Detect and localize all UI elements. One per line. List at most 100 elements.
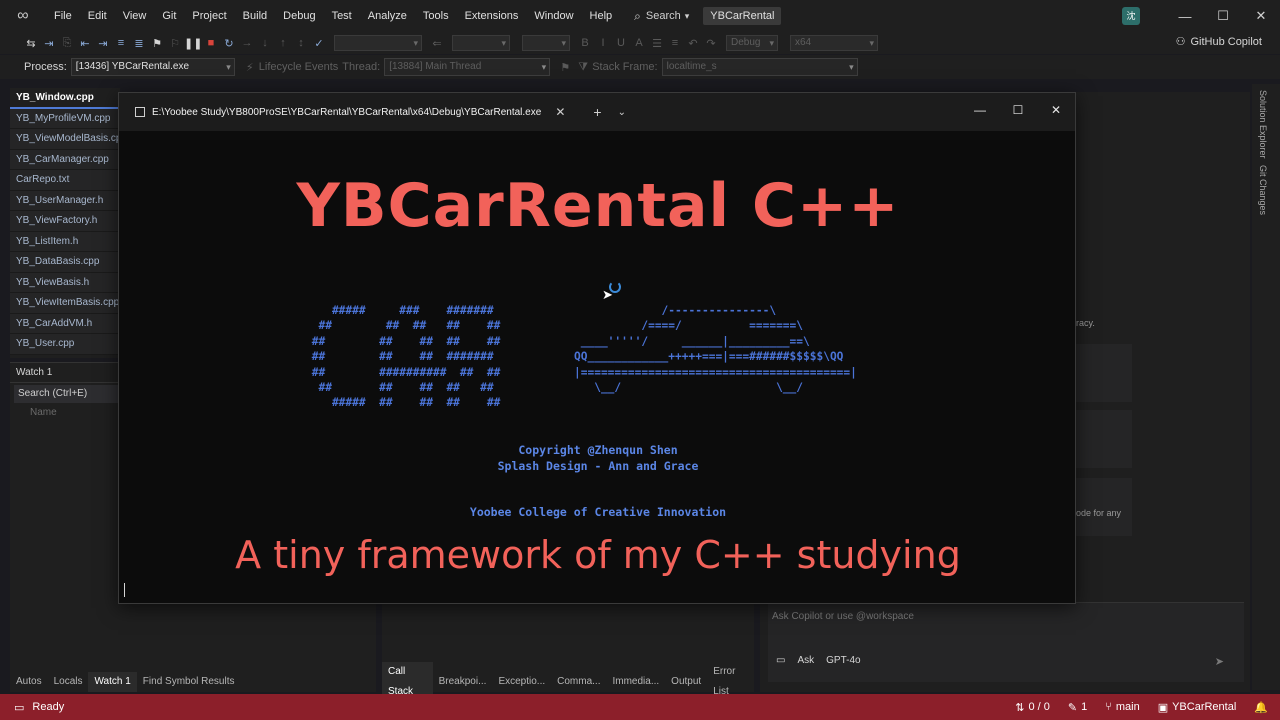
close-icon[interactable]: ✕ xyxy=(1242,8,1280,24)
editor-tab[interactable]: YB_UserManager.h xyxy=(10,190,120,211)
font-color-icon[interactable]: A xyxy=(630,37,648,49)
bold-icon[interactable]: B xyxy=(576,37,594,49)
minimize-icon[interactable]: — xyxy=(961,103,999,117)
flag-thread-icon[interactable]: ⚑ xyxy=(556,61,574,74)
menu-tools[interactable]: Tools xyxy=(415,0,457,32)
tab-exceptions[interactable]: Exceptio... xyxy=(492,672,551,692)
menu-file[interactable]: File xyxy=(46,0,80,32)
tab-autos[interactable]: Autos xyxy=(10,672,48,692)
uncomment-icon[interactable]: ≣ xyxy=(130,37,148,50)
copilot-suggestion-card[interactable] xyxy=(1076,344,1132,402)
menu-build[interactable]: Build xyxy=(235,0,275,32)
config-combo[interactable]: Debug xyxy=(726,35,778,51)
copilot-suggestion-card[interactable] xyxy=(1076,410,1132,468)
build-target-combo[interactable] xyxy=(334,35,422,51)
visual-studio-logo-icon[interactable]: ∞ xyxy=(14,7,32,25)
pause-icon[interactable]: ❚❚ xyxy=(184,37,202,50)
lifecycle-label[interactable]: Lifecycle Events xyxy=(259,61,338,73)
toolbar-grip-icon[interactable]: ⇆ xyxy=(22,37,40,50)
copilot-suggestion-card[interactable] xyxy=(1076,478,1132,536)
output-icon[interactable]: ▭ xyxy=(14,701,24,714)
editor-tab[interactable]: YB_DataBasis.cpp xyxy=(10,252,120,273)
bookmark-icon[interactable]: ⚑ xyxy=(148,37,166,50)
editor-tab[interactable]: YB_Window.cpp xyxy=(10,88,120,109)
platform-combo[interactable]: x64 xyxy=(790,35,878,51)
navigate-back-icon[interactable]: ⇐ xyxy=(428,37,446,50)
align-icon[interactable]: ≡ xyxy=(666,37,684,49)
editor-tab[interactable]: YB_ViewItemBasis.cpp xyxy=(10,293,120,314)
member-combo[interactable] xyxy=(452,35,510,51)
chevron-down-icon[interactable]: ⌄ xyxy=(618,107,626,118)
menu-edit[interactable]: Edit xyxy=(80,0,115,32)
editor-tab[interactable]: YB_CarAddVM.h xyxy=(10,313,120,334)
account-avatar[interactable]: 沈 xyxy=(1122,7,1140,25)
menu-analyze[interactable]: Analyze xyxy=(360,0,415,32)
menu-help[interactable]: Help xyxy=(582,0,621,32)
step-icon[interactable]: ⎘ xyxy=(58,37,76,50)
filter-icon[interactable]: ⧩ xyxy=(574,61,592,74)
menu-debug[interactable]: Debug xyxy=(275,0,323,32)
menu-git[interactable]: Git xyxy=(154,0,184,32)
tab-command[interactable]: Comma... xyxy=(551,672,606,692)
git-changes-tab[interactable]: Git Changes xyxy=(1258,165,1268,215)
mode-dropdown[interactable]: Ask xyxy=(797,655,814,666)
maximize-icon[interactable]: ☐ xyxy=(999,103,1037,117)
search-box[interactable]: ⌕ Search ▾ xyxy=(634,9,689,24)
step-into-icon[interactable]: ↓ xyxy=(256,37,274,49)
copilot-input[interactable]: Ask Copilot or use @workspace xyxy=(772,611,914,622)
step-over-icon[interactable]: → xyxy=(238,37,256,49)
bookmark-prev-icon[interactable]: ⚐ xyxy=(166,37,184,50)
changes-count[interactable]: 1 xyxy=(1081,701,1087,713)
minimize-icon[interactable]: — xyxy=(1166,9,1204,24)
step-out-icon[interactable]: ↑ xyxy=(274,37,292,49)
model-dropdown[interactable]: GPT-4o xyxy=(826,655,860,666)
copilot-ask-box[interactable]: Ask Copilot or use @workspace ▭ Ask GPT-… xyxy=(768,602,1244,682)
italic-icon[interactable]: I xyxy=(594,37,612,49)
lifecycle-icon[interactable]: ⚡ xyxy=(241,61,259,74)
menu-project[interactable]: Project xyxy=(184,0,234,32)
menu-window[interactable]: Window xyxy=(526,0,581,32)
restart-icon[interactable]: ↻ xyxy=(220,37,238,50)
editor-tab[interactable]: YB_CarManager.cpp xyxy=(10,149,120,170)
editor-tab[interactable]: YB_ViewBasis.h xyxy=(10,272,120,293)
notifications-icon[interactable]: 🔔 xyxy=(1254,701,1268,714)
maximize-icon[interactable]: ☐ xyxy=(1204,8,1242,24)
new-tab-icon[interactable]: + xyxy=(593,104,601,120)
menu-test[interactable]: Test xyxy=(324,0,360,32)
tab-immediate[interactable]: Immedia... xyxy=(606,672,665,692)
tab-breakpoints[interactable]: Breakpoi... xyxy=(433,672,493,692)
github-copilot-button[interactable]: ⚇ GitHub Copilot xyxy=(1176,35,1262,49)
redo-icon[interactable]: ↷ xyxy=(702,37,720,50)
menu-view[interactable]: View xyxy=(115,0,155,32)
scope-combo[interactable] xyxy=(522,35,570,51)
tab-output[interactable]: Output xyxy=(665,672,707,692)
solution-explorer-tab[interactable]: Solution Explorer xyxy=(1258,90,1268,159)
tab-locals[interactable]: Locals xyxy=(48,672,89,692)
tab-watch-1[interactable]: Watch 1 xyxy=(88,672,137,692)
close-tab-icon[interactable]: ✕ xyxy=(555,105,565,119)
editor-tab[interactable]: CarRepo.txt xyxy=(10,170,120,191)
stack-frame-combo[interactable]: localtime_s xyxy=(661,58,858,76)
editor-tab[interactable]: YB_ViewModelBasis.cpp xyxy=(10,129,120,150)
show-next-statement-icon[interactable]: ⇥ xyxy=(40,37,58,50)
editor-tab[interactable]: YB_ViewFactory.h xyxy=(10,211,120,232)
step-back-icon[interactable]: ↕ xyxy=(292,37,310,49)
editor-tab[interactable]: YB_ListItem.h xyxy=(10,231,120,252)
undo-icon[interactable]: ↶ xyxy=(684,37,702,50)
comment-icon[interactable]: ≡ xyxy=(112,37,130,49)
indent-icon[interactable]: ⇤ xyxy=(76,37,94,50)
stop-icon[interactable]: ■ xyxy=(202,37,220,49)
send-icon[interactable]: ➤ xyxy=(1215,655,1224,668)
thread-combo[interactable]: [13884] Main Thread xyxy=(384,58,551,76)
underline-icon[interactable]: U xyxy=(612,37,630,49)
branch-name[interactable]: main xyxy=(1116,701,1140,713)
diagnostics-icon[interactable]: ✓ xyxy=(310,37,328,50)
close-icon[interactable]: ✕ xyxy=(1037,103,1075,117)
console-tab[interactable]: E:\Yoobee Study\YB800ProSE\YBCarRental\Y… xyxy=(119,93,565,131)
process-combo[interactable]: [13436] YBCarRental.exe xyxy=(70,58,235,76)
editor-tab[interactable]: YB_User.cpp xyxy=(10,334,120,355)
tab-find-symbol-results[interactable]: Find Symbol Results xyxy=(137,672,241,692)
list-icon[interactable]: ☰ xyxy=(648,37,666,50)
outdent-icon[interactable]: ⇥ xyxy=(94,37,112,50)
editor-tab[interactable]: YB_MyProfileVM.cpp xyxy=(10,108,120,129)
